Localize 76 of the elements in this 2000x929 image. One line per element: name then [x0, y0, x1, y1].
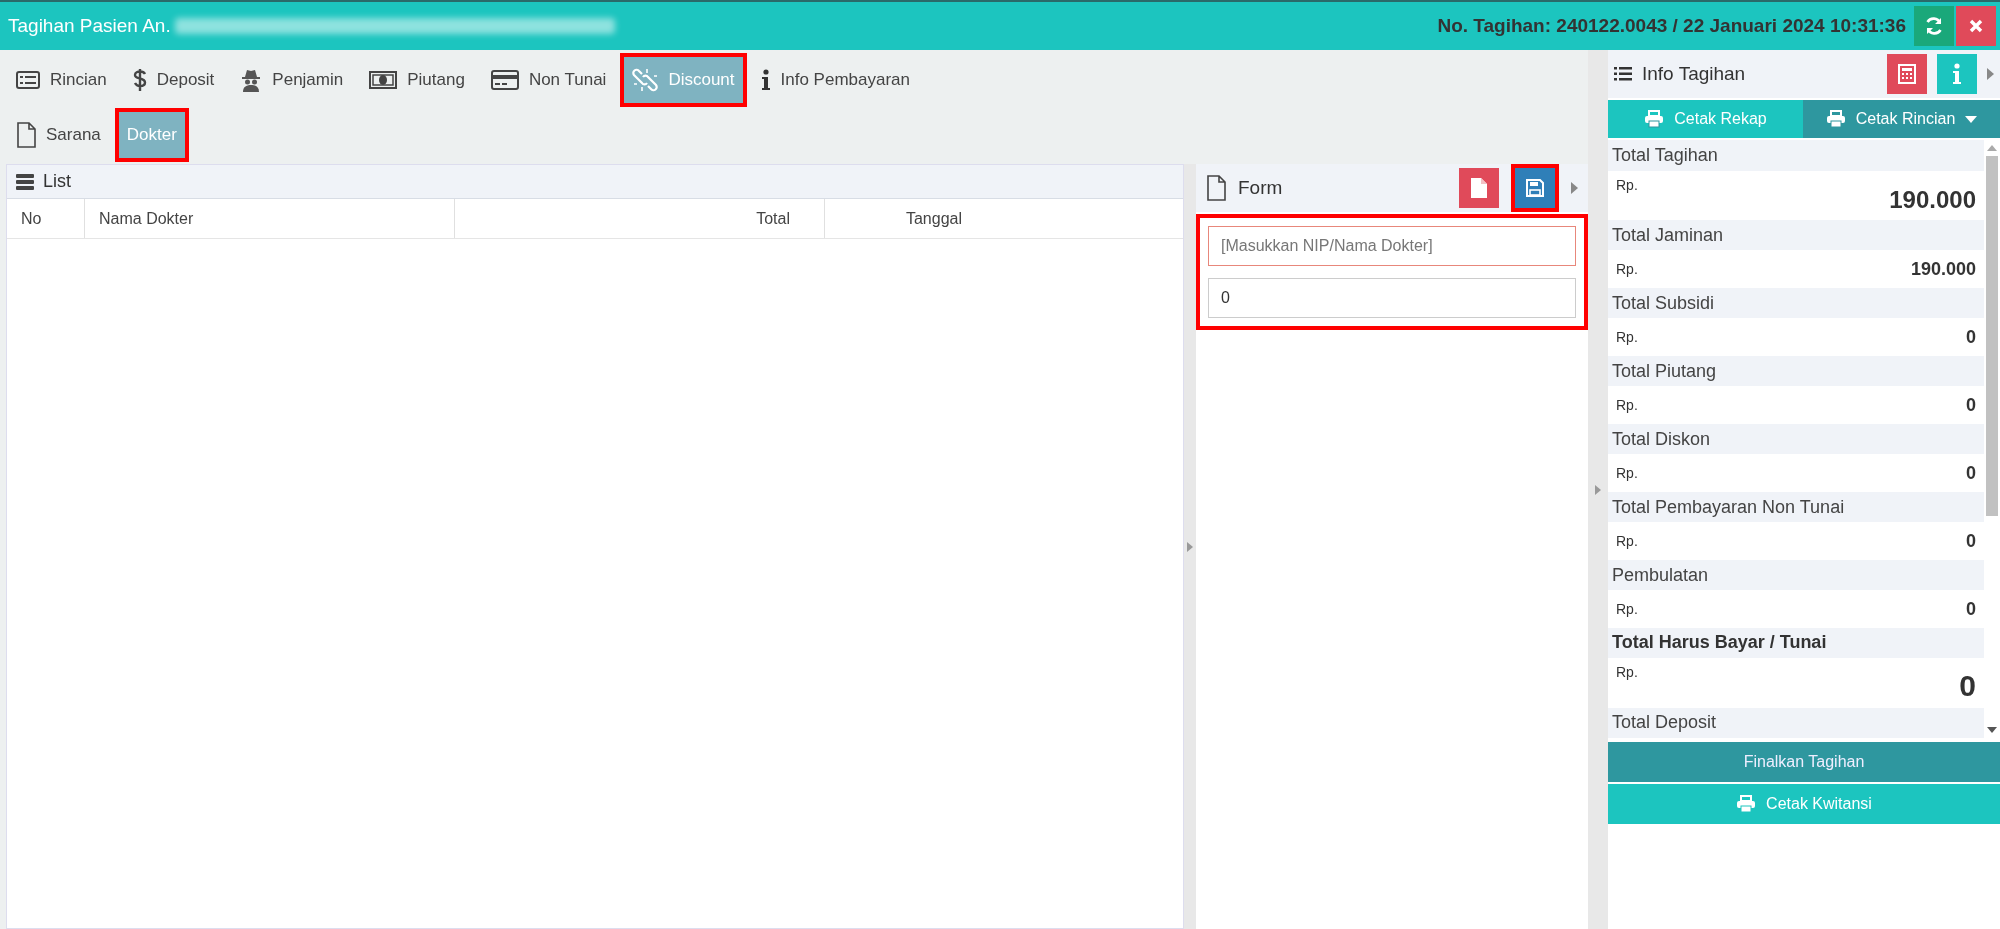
spy-icon [240, 68, 263, 92]
list-icon [16, 70, 40, 90]
info-button[interactable] [1937, 54, 1977, 94]
scroll-down-icon[interactable] [1987, 726, 1997, 734]
input-field[interactable]: [Masukkan NIP/Nama Dokter] [1208, 226, 1576, 266]
info-icon [760, 69, 771, 91]
summary-label: Pembulatan [1608, 559, 1984, 591]
summary-value: 190.000 [1889, 184, 1976, 215]
summary-label: Total Subsidi [1608, 287, 1984, 319]
document-icon [1206, 175, 1226, 201]
panel-title: List [43, 170, 71, 193]
summary-label: Total Diskon [1608, 423, 1984, 455]
close-button[interactable] [1956, 6, 1996, 46]
currency-label: Rp. [1616, 175, 1638, 195]
summary-value: 0 [1966, 597, 1976, 621]
document-icon [1470, 177, 1488, 199]
summary-label: Total Piutang [1608, 355, 1984, 387]
new-button[interactable] [1459, 168, 1499, 208]
panel-title: Form [1238, 175, 1283, 200]
column-header[interactable]: Tanggal [825, 199, 1183, 238]
bill-number: No. Tagihan: 240122.0043 / 22 Januari 2024 10:31:36 [1437, 13, 1906, 38]
tab[interactable]: Info Pembayaran [750, 55, 920, 105]
close-icon [1968, 18, 1984, 34]
column-header[interactable]: Total [455, 199, 825, 238]
summary-label: Total Jaminan [1608, 219, 1984, 251]
broken-link-icon [632, 68, 659, 92]
credit-card-icon [490, 69, 519, 91]
input-field[interactable]: 0 [1208, 278, 1576, 318]
save-button[interactable] [1511, 164, 1559, 212]
summary-value: 0 [1966, 325, 1976, 349]
printer-icon [1644, 110, 1665, 128]
currency-label: Rp. [1616, 531, 1638, 551]
summary-value: 0 [1959, 667, 1976, 704]
caret-icon [1965, 115, 1978, 123]
summary-value: 0 [1966, 393, 1976, 417]
column-header[interactable]: No [7, 199, 85, 238]
summary-label: Total Harus Bayar / Tunai [1608, 627, 1984, 659]
summary-label: Total Deposit [1608, 707, 1984, 738]
panel-title: Info Tagihan [1642, 61, 1746, 86]
summary-label: Total Pembayaran Non Tunai [1608, 491, 1984, 523]
dollar-icon [132, 68, 147, 92]
currency-label: Rp. [1616, 395, 1638, 415]
tab[interactable]: Sarana [6, 110, 111, 160]
list-icon [1614, 66, 1632, 82]
refresh-icon [1924, 16, 1944, 36]
info-icon [1952, 63, 1962, 85]
printer-icon [1736, 795, 1757, 813]
calculator-icon [1898, 64, 1916, 84]
summary-value: 0 [1966, 461, 1976, 485]
collapse-arrow-icon[interactable] [1987, 68, 1994, 80]
tab[interactable]: Rincian [6, 55, 117, 105]
currency-label: Rp. [1616, 327, 1638, 347]
calculator-button[interactable] [1887, 54, 1927, 94]
tab[interactable]: Penjamin [230, 55, 354, 105]
tab[interactable]: Deposit [122, 55, 225, 105]
splitter-arrow-icon[interactable] [1187, 541, 1193, 552]
splitter-arrow-icon[interactable] [1595, 484, 1601, 495]
scroll-up-icon[interactable] [1987, 144, 1997, 152]
printer-icon [1825, 110, 1846, 128]
summary-value: 0 [1966, 529, 1976, 553]
money-icon [369, 70, 398, 90]
currency-label: Rp. [1616, 259, 1638, 279]
tab[interactable]: Non Tunai [480, 55, 617, 105]
column-header[interactable]: Nama Dokter [85, 199, 455, 238]
currency-label: Rp. [1616, 663, 1638, 683]
summary-value: 190.000 [1910, 257, 1976, 281]
refresh-button[interactable] [1914, 6, 1954, 46]
save-icon [1526, 179, 1544, 197]
summary-label: Total Tagihan [1608, 140, 1984, 171]
window-title: Tagihan Pasien An. [7, 13, 171, 38]
currency-label: Rp. [1616, 463, 1638, 483]
tab[interactable]: Piutang [359, 55, 475, 105]
server-list-icon [15, 172, 35, 191]
document-icon [16, 122, 36, 148]
collapse-arrow-icon[interactable] [1571, 182, 1578, 194]
currency-label: Rp. [1616, 599, 1638, 619]
